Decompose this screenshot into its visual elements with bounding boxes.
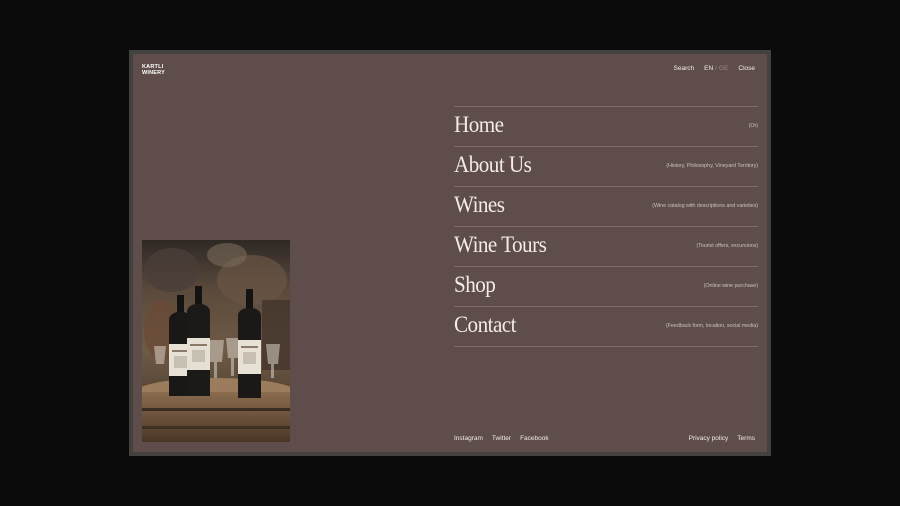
menu-item-label: About Us — [454, 152, 532, 177]
brand-logo-line2: WINERY — [142, 69, 165, 76]
menu-item-wines[interactable]: Wines (Wine catalog with descriptions an… — [454, 187, 758, 227]
brand-logo[interactable]: KARTLI WINERY — [142, 64, 165, 76]
social-links: Instagram Twitter Facebook — [454, 435, 549, 442]
language-en[interactable]: EN — [704, 65, 713, 72]
search-link[interactable]: Search — [674, 65, 695, 72]
menu-item-home[interactable]: Home (Or) — [454, 107, 758, 147]
twitter-link[interactable]: Twitter — [492, 435, 511, 442]
menu-item-description: (Feedback form, location, social media) — [665, 323, 758, 329]
menu-item-description: (Tourist offers, excursions) — [696, 243, 758, 249]
menu-item-label: Wines — [454, 192, 505, 217]
menu-item-label: Home — [454, 112, 504, 137]
close-button[interactable]: Close — [738, 65, 755, 72]
menu-item-contact[interactable]: Contact (Feedback form, location, social… — [454, 307, 758, 347]
main-menu: Home (Or) About Us (History, Philosophy,… — [454, 106, 758, 347]
legal-links: Privacy policy Terms — [689, 435, 755, 442]
menu-overlay-frame: KARTLI WINERY Search EN / GE Close Home … — [129, 50, 771, 456]
menu-item-description: (Wine catalog with descriptions and vari… — [652, 203, 758, 209]
menu-item-wine-tours[interactable]: Wine Tours (Tourist offers, excursions) — [454, 227, 758, 267]
top-bar: Search EN / GE Close — [674, 65, 755, 72]
menu-item-shop[interactable]: Shop (Online wine purchase) — [454, 267, 758, 307]
facebook-link[interactable]: Facebook — [520, 435, 549, 442]
menu-item-label: Contact — [454, 312, 517, 337]
menu-item-label: Shop — [454, 272, 496, 297]
menu-item-description: (Online wine purchase) — [703, 283, 758, 289]
menu-item-label: Wine Tours — [454, 232, 547, 257]
wine-bottles-photo — [142, 240, 290, 442]
privacy-policy-link[interactable]: Privacy policy — [689, 435, 729, 442]
menu-overlay-panel: KARTLI WINERY Search EN / GE Close Home … — [133, 54, 767, 452]
instagram-link[interactable]: Instagram — [454, 435, 483, 442]
menu-item-about-us[interactable]: About Us (History, Philosophy, Vineyard … — [454, 147, 758, 187]
menu-item-description: (Or) — [748, 123, 758, 129]
language-separator: / — [715, 65, 717, 72]
language-ge[interactable]: GE — [719, 65, 728, 72]
menu-item-description: (History, Philosophy, Vineyard Territory… — [666, 163, 758, 169]
terms-link[interactable]: Terms — [737, 435, 755, 442]
